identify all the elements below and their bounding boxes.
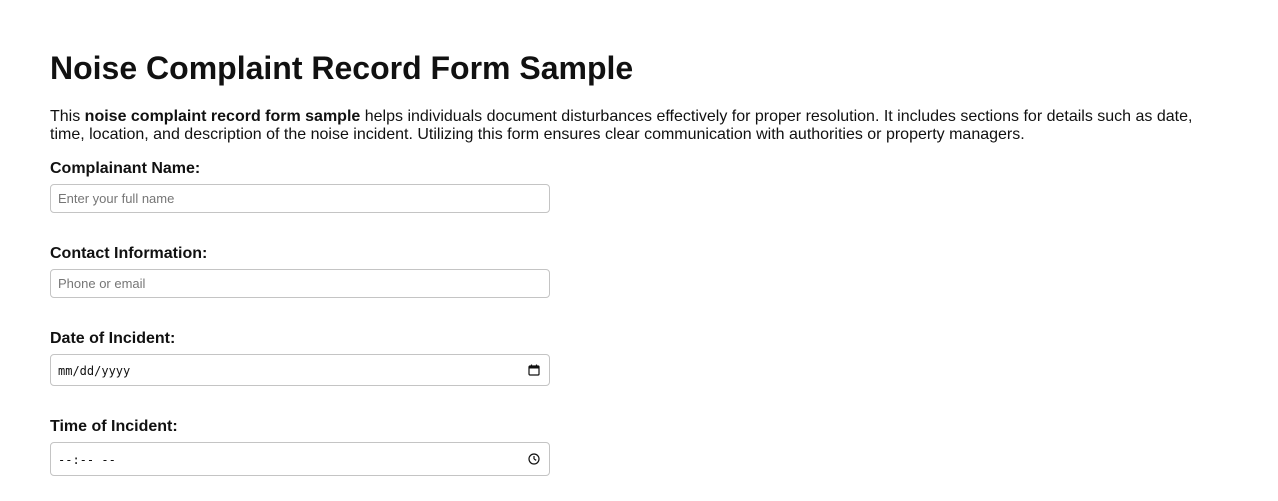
contact-information-label: Contact Information:: [50, 245, 208, 262]
intro-prefix: This: [50, 108, 85, 125]
complainant-name-placeholder: Enter your full name: [58, 191, 175, 206]
complainant-name-label: Complainant Name:: [50, 160, 201, 177]
page-title: Noise Complaint Record Form Sample: [50, 50, 634, 86]
clock-icon[interactable]: [528, 453, 540, 465]
date-of-incident-label: Date of Incident:: [50, 330, 176, 347]
time-of-incident-input[interactable]: --:-- --: [50, 442, 550, 476]
date-of-incident-input[interactable]: mm/dd/yyyy: [50, 354, 550, 386]
calendar-icon[interactable]: [528, 364, 540, 376]
intro-paragraph: This noise complaint record form sample …: [50, 108, 1210, 144]
contact-information-placeholder: Phone or email: [58, 276, 146, 291]
contact-information-input[interactable]: Phone or email: [50, 269, 550, 298]
time-of-incident-label: Time of Incident:: [50, 418, 178, 435]
date-of-incident-placeholder: mm/dd/yyyy: [58, 364, 131, 378]
time-of-incident-placeholder: --:-- --: [58, 453, 116, 467]
intro-bold-phrase: noise complaint record form sample: [84, 108, 361, 125]
complainant-name-input[interactable]: Enter your full name: [50, 184, 550, 213]
